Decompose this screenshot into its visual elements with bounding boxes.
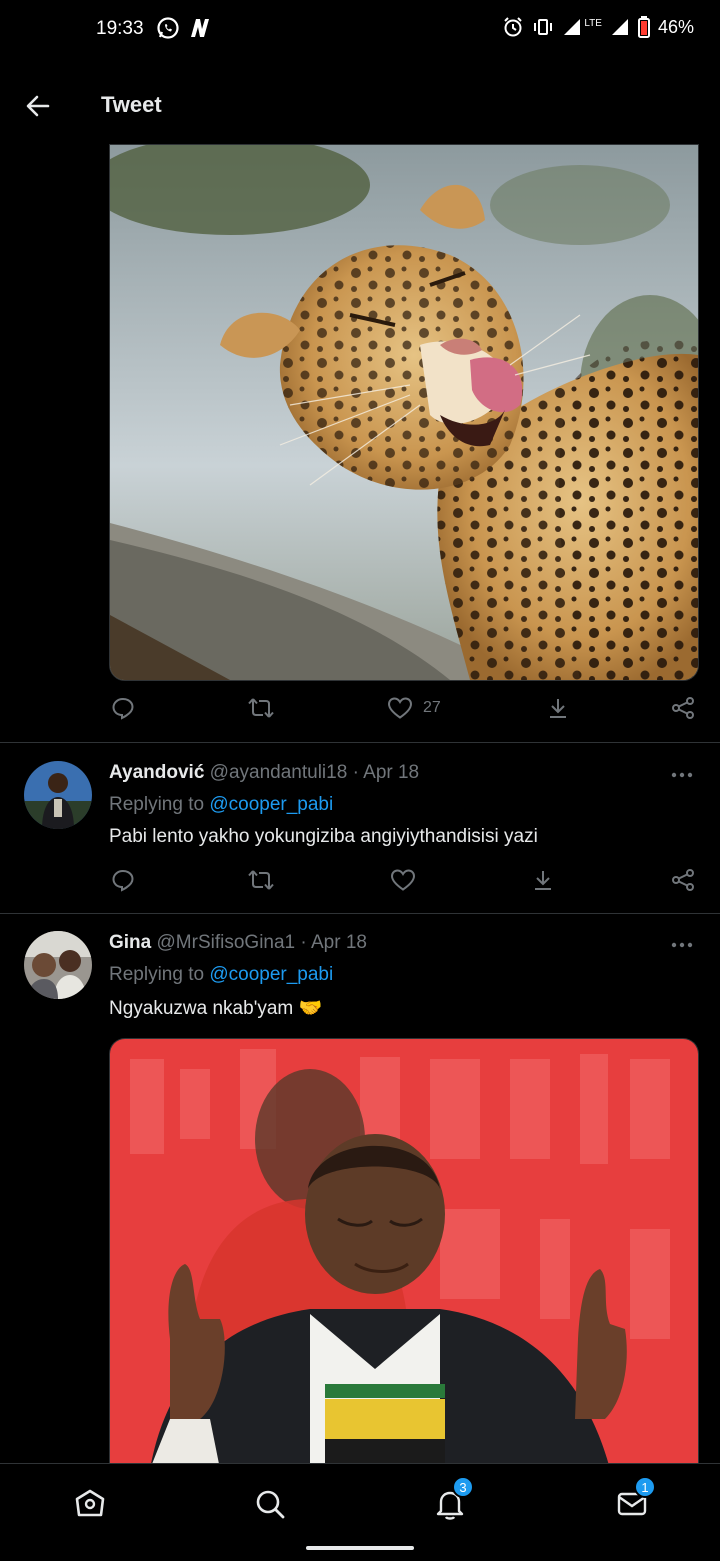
separator-dot: · [300, 932, 307, 953]
home-icon [75, 1489, 105, 1517]
replying-prefix: Replying to [109, 794, 205, 815]
n-app-icon [191, 19, 209, 37]
more-options-button[interactable] [670, 933, 694, 957]
divider [0, 913, 720, 914]
status-time: 19:33 [96, 18, 144, 39]
signal-icon [611, 19, 628, 35]
download-icon [535, 871, 551, 890]
author-handle[interactable]: @MrSifisoGina1 [157, 932, 296, 953]
status-left-icons [156, 16, 212, 40]
replying-to: Replying to @cooper_pabi [109, 794, 333, 816]
retweet-button[interactable] [247, 868, 275, 892]
divider [0, 742, 720, 743]
reply-button[interactable] [111, 868, 135, 892]
leopard-photo [110, 145, 698, 680]
vibrate-icon [534, 19, 553, 35]
avatar-photo [24, 931, 92, 999]
replying-to: Replying to @cooper_pabi [109, 964, 333, 986]
like-count: 27 [423, 699, 441, 716]
like-button[interactable] [390, 868, 416, 892]
signal-icon [564, 19, 581, 35]
search-icon [256, 1490, 285, 1519]
author-name[interactable]: Gina [109, 932, 151, 953]
reply-icon [112, 869, 134, 892]
share-button[interactable] [671, 868, 695, 892]
more-options-button[interactable] [670, 763, 694, 787]
share-download-button[interactable] [531, 868, 555, 892]
author-handle[interactable]: @ayandantuli18 [210, 762, 348, 783]
avatar-photo [24, 761, 92, 829]
page-title: Tweet [101, 92, 162, 117]
person-thumbs-up-photo [110, 1039, 698, 1469]
heart-icon [387, 697, 413, 719]
battery-icon [637, 16, 650, 38]
back-button[interactable] [20, 88, 56, 124]
share-icon [672, 869, 694, 891]
notifications-badge: 3 [452, 1476, 474, 1498]
nav-home[interactable] [68, 1482, 112, 1526]
back-arrow-icon [26, 95, 50, 117]
tweet-media-image[interactable] [109, 1038, 699, 1469]
download-icon [550, 699, 566, 718]
share-download-button[interactable] [546, 696, 570, 720]
separator-dot: · [352, 762, 359, 783]
more-icon [671, 942, 693, 948]
retweet-button[interactable] [247, 696, 275, 720]
avatar[interactable] [24, 761, 92, 829]
alarm-icon [504, 17, 523, 37]
nav-messages[interactable]: 1 [610, 1476, 656, 1526]
tweet-media-image[interactable] [109, 144, 699, 681]
more-icon [671, 772, 693, 778]
tweet-text: Pabi lento yakho yokungiziba angiyiythan… [109, 826, 538, 847]
tweet-date: Apr 18 [310, 932, 367, 953]
reply-header: Gina @MrSifisoGina1 · Apr 18 [109, 932, 367, 954]
mention-link[interactable]: @cooper_pabi [209, 964, 333, 985]
status-right-icons: LTE 46% [502, 16, 694, 38]
nav-notifications[interactable]: 3 [428, 1476, 474, 1526]
tweet-action-bar: 27 [109, 696, 699, 728]
share-button[interactable] [671, 696, 695, 720]
tweet-date: Apr 18 [363, 762, 420, 783]
retweet-icon [248, 870, 274, 890]
tweet-text: Ngyakuzwa nkab'yam 🤝 [109, 998, 323, 1019]
network-type: LTE [584, 18, 602, 29]
top-bar: Tweet [0, 70, 720, 144]
reply-icon [112, 697, 134, 720]
mention-link[interactable]: @cooper_pabi [209, 794, 333, 815]
reply-header: Ayandović @ayandantuli18 · Apr 18 [109, 762, 419, 784]
nav-search[interactable] [248, 1482, 292, 1526]
author-name[interactable]: Ayandović [109, 762, 204, 783]
messages-badge: 1 [634, 1476, 656, 1498]
whatsapp-icon [157, 17, 179, 39]
retweet-icon [248, 698, 274, 718]
replying-prefix: Replying to [109, 964, 205, 985]
heart-icon [390, 869, 416, 891]
like-button[interactable]: 27 [387, 696, 441, 720]
home-indicator [306, 1546, 414, 1550]
reply-button[interactable] [111, 696, 135, 720]
battery-percentage: 46% [657, 16, 694, 37]
status-bar: 19:33 LTE 46% [0, 0, 720, 60]
share-icon [672, 697, 694, 719]
avatar[interactable] [24, 931, 92, 999]
tweet-action-bar [109, 868, 699, 900]
